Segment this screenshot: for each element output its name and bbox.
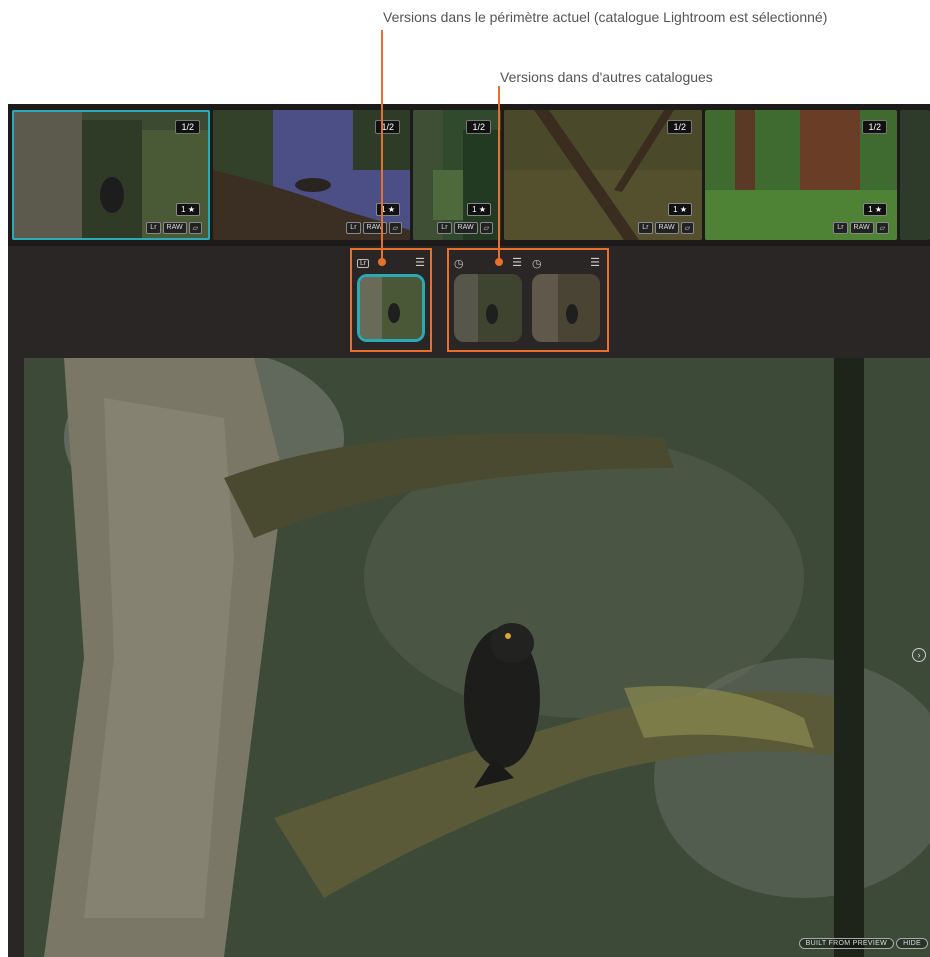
raw-badge: RAW [654,222,679,234]
thumb-image [900,110,930,240]
filmstrip-thumb-1[interactable]: 1/2 1 ★ Lr RAW ▱ [12,110,210,240]
rating-badge: 1 ★ [467,203,491,216]
rating-badge: 1 ★ [376,203,400,216]
rating-badge: 1 ★ [863,203,887,216]
version-count-badge: 1/2 [375,120,400,134]
version-thumb-image [454,274,522,342]
version-thumb-image [360,277,422,339]
stack-icon: ▱ [388,222,402,234]
version-count-badge: 1/2 [466,120,491,134]
lr-badge: Lr [146,222,161,234]
raw-badge: RAW [849,222,874,234]
lr-source-badge: Lr [357,258,370,268]
page: Versions dans le périmètre actuel (catal… [0,0,930,957]
clock-icon: ◷ [532,257,542,270]
main-photo-viewer[interactable]: › BUILT FROM PREVIEW HIDE [24,358,930,957]
badge-group: Lr RAW ▱ [437,222,493,234]
stack-icon: ▱ [479,222,493,234]
version-thumb[interactable] [357,274,425,342]
versions-panel: Lr ☰ ◷ ☰ ◷ ☰ [8,246,930,358]
next-arrow-icon[interactable]: › [912,648,926,662]
menu-icon[interactable]: ☰ [512,258,522,269]
filmstrip: 1/2 1 ★ Lr RAW ▱ 1/2 1 ★ Lr RAW ▱ 1/2 1 … [8,104,930,246]
version-thumb[interactable] [532,274,600,342]
app-window: 1/2 1 ★ Lr RAW ▱ 1/2 1 ★ Lr RAW ▱ 1/2 1 … [8,104,930,957]
leader-dot-current-scope [378,258,386,266]
raw-badge: RAW [453,222,478,234]
leader-line-other-catalogs [498,86,500,260]
badge-group: Lr RAW ▱ [346,222,402,234]
version-count-badge: 1/2 [175,120,200,134]
stack-icon: ▱ [680,222,694,234]
version-other-2[interactable]: ◷ ☰ [532,256,600,342]
clock-icon: ◷ [454,257,464,270]
version-count-badge: 1/2 [862,120,887,134]
rating-badge: 1 ★ [668,203,692,216]
raw-badge: RAW [162,222,187,234]
menu-icon[interactable]: ☰ [590,258,600,269]
annotation-current-scope: Versions dans le périmètre actuel (catal… [383,9,828,25]
version-other-1[interactable]: ◷ ☰ [454,256,522,342]
filmstrip-thumb-6-partial[interactable] [900,110,930,240]
version-current[interactable]: Lr ☰ [357,256,425,342]
hide-button[interactable]: HIDE [896,938,928,949]
rating-badge: 1 ★ [176,203,200,216]
filmstrip-thumb-5[interactable]: 1/2 1 ★ Lr RAW ▱ [705,110,897,240]
menu-icon[interactable]: ☰ [415,258,425,269]
annotation-other-catalogs: Versions dans d'autres catalogues [500,69,713,85]
leader-line-current-scope [381,30,383,260]
lr-badge: Lr [638,222,653,234]
lr-badge: Lr [437,222,452,234]
badge-group: Lr RAW ▱ [146,222,202,234]
version-thumb[interactable] [454,274,522,342]
lr-badge: Lr [833,222,848,234]
main-photo-image [24,358,930,957]
stack-icon: ▱ [188,222,202,234]
stack-icon: ▱ [875,222,889,234]
badge-group: Lr RAW ▱ [638,222,694,234]
lr-badge: Lr [346,222,361,234]
filmstrip-thumb-3[interactable]: 1/2 1 ★ Lr RAW ▱ [413,110,501,240]
built-from-preview-badge: BUILT FROM PREVIEW [798,938,894,949]
filmstrip-thumb-4[interactable]: 1/2 1 ★ Lr RAW ▱ [504,110,702,240]
version-count-badge: 1/2 [667,120,692,134]
badge-group: Lr RAW ▱ [833,222,889,234]
leader-dot-other-catalogs [495,258,503,266]
version-thumb-image [532,274,600,342]
